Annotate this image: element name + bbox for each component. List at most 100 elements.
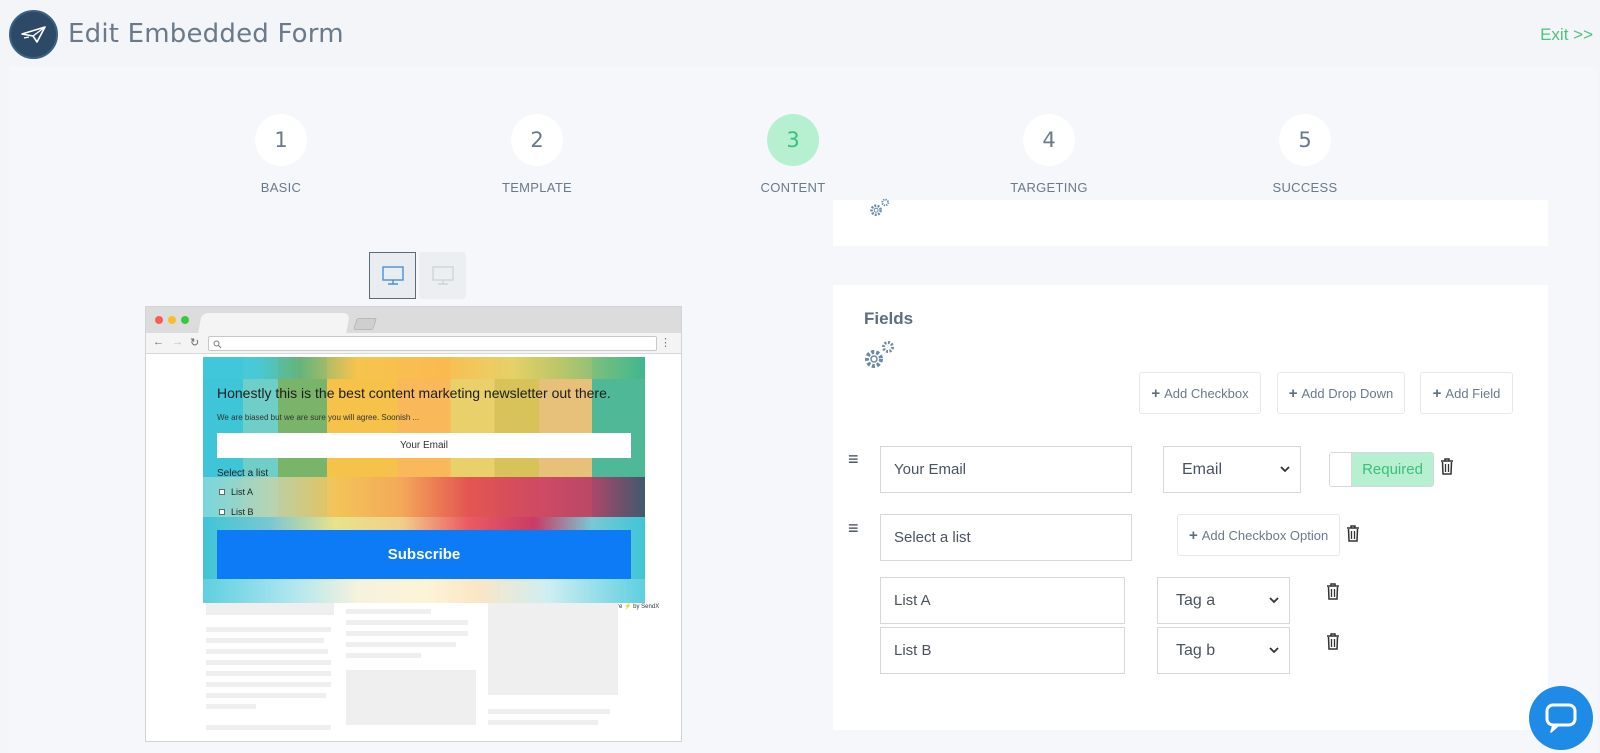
trash-icon[interactable] xyxy=(1326,633,1340,650)
sendx-logo[interactable] xyxy=(9,10,58,59)
mobile-view-button[interactable] xyxy=(419,252,466,299)
step-targeting[interactable]: 4 TARGETING xyxy=(989,114,1109,195)
search-icon xyxy=(213,340,222,349)
chat-bubble-icon xyxy=(1545,703,1577,733)
placeholder-line xyxy=(206,693,326,698)
preview-option-b[interactable]: List B xyxy=(219,507,254,517)
step-template[interactable]: 2 TEMPLATE xyxy=(477,114,597,195)
field-type-value: Email xyxy=(1182,460,1223,478)
step-label: BASIC xyxy=(260,180,302,195)
browser-tab xyxy=(198,313,350,333)
form-subtext: We are biased but we are sure you will a… xyxy=(217,413,420,422)
placeholder-line xyxy=(488,720,598,725)
add-field-label: Add Field xyxy=(1445,385,1501,401)
trash-icon[interactable] xyxy=(1346,525,1360,542)
fields-title: Fields xyxy=(864,309,914,328)
form-headline: Honestly this is the best content market… xyxy=(217,385,611,401)
step-number: 4 xyxy=(1023,114,1075,166)
placeholder-line xyxy=(346,642,456,647)
settings-card xyxy=(833,198,1548,246)
preview-option-a[interactable]: List A xyxy=(219,487,253,497)
step-label: SUCCESS xyxy=(1272,180,1338,195)
preview-select-list-label: Select a list xyxy=(217,468,269,479)
header: Edit Embedded Form Exit >> xyxy=(0,0,1600,66)
back-arrow-icon: ← xyxy=(153,336,164,348)
step-label: TEMPLATE xyxy=(501,180,573,195)
email-field-label-input[interactable]: Your Email xyxy=(880,446,1132,493)
desktop-icon xyxy=(381,265,404,285)
new-tab-icon xyxy=(353,318,377,330)
placeholder-line xyxy=(206,627,331,632)
browser-address-bar: ← → ↻ ⋮ xyxy=(146,333,681,354)
chevron-down-icon xyxy=(1280,466,1290,473)
reload-icon: ↻ xyxy=(190,337,200,349)
chevron-down-icon xyxy=(1269,597,1279,604)
step-success[interactable]: 5 SUCCESS xyxy=(1245,114,1365,195)
add-field-button[interactable]: + Add Field xyxy=(1420,372,1513,414)
checkbox-icon[interactable] xyxy=(219,509,225,515)
placeholder-block xyxy=(488,603,618,695)
paper-plane-icon xyxy=(20,25,46,43)
form-hero: Honestly this is the best content market… xyxy=(203,357,645,603)
add-dropdown-button[interactable]: + Add Drop Down xyxy=(1277,372,1405,414)
add-checkbox-option-label: Add Checkbox Option xyxy=(1201,527,1329,543)
chat-widget-button[interactable] xyxy=(1529,686,1593,750)
placeholder-line xyxy=(206,660,331,665)
option-tag-value: Tag a xyxy=(1176,591,1216,609)
browser-tab-bar xyxy=(146,307,681,333)
drag-handle-icon[interactable]: ≡ xyxy=(848,518,859,539)
placeholder-block xyxy=(206,603,334,615)
gears-icon xyxy=(870,198,890,217)
placeholder-block xyxy=(346,670,476,725)
minimize-dot-icon xyxy=(168,316,176,324)
maximize-dot-icon xyxy=(181,316,189,324)
url-field xyxy=(208,336,657,351)
close-dot-icon xyxy=(155,316,163,324)
monitor-icon xyxy=(431,265,454,285)
trash-icon[interactable] xyxy=(1326,583,1340,600)
gears-icon[interactable] xyxy=(863,337,897,371)
hero-pattern-row xyxy=(203,477,645,517)
exit-link[interactable]: Exit >> xyxy=(1540,25,1593,45)
page-title: Edit Embedded Form xyxy=(68,19,344,49)
placeholder-line xyxy=(206,638,324,643)
list-field-label-input[interactable]: Select a list xyxy=(880,514,1132,561)
placeholder-line xyxy=(488,709,610,714)
field-type-select[interactable]: Email xyxy=(1163,446,1301,493)
form-preview-browser: ← → ↻ ⋮ Honestly this is the best conten… xyxy=(145,306,682,742)
preview-email-input[interactable]: Your Email xyxy=(217,433,631,458)
chevron-down-icon xyxy=(1269,647,1279,654)
desktop-view-button[interactable] xyxy=(369,252,416,299)
step-content[interactable]: 3 CONTENT xyxy=(733,114,853,195)
fields-card: Fields + Add Checkbox + Add Drop Down + Add… xyxy=(833,285,1548,730)
step-label: CONTENT xyxy=(760,180,826,195)
placeholder-line xyxy=(346,653,421,658)
plus-icon: + xyxy=(1288,384,1298,402)
main-panel: 1 BASIC 2 TEMPLATE 3 CONTENT 4 TARGETING… xyxy=(10,66,1597,753)
plus-icon: + xyxy=(1189,526,1198,544)
toggle-off-side xyxy=(1330,453,1352,486)
required-label: Required xyxy=(1352,453,1433,486)
option-label-input[interactable]: List A xyxy=(880,577,1125,624)
placeholder-line xyxy=(346,620,468,625)
step-number: 2 xyxy=(511,114,563,166)
step-number: 5 xyxy=(1279,114,1331,166)
required-toggle[interactable]: Required xyxy=(1329,452,1434,487)
trash-icon[interactable] xyxy=(1440,458,1454,475)
add-checkbox-option-button[interactable]: + Add Checkbox Option xyxy=(1177,514,1341,556)
step-basic[interactable]: 1 BASIC xyxy=(221,114,341,195)
option-label-input[interactable]: List B xyxy=(880,627,1125,674)
option-tag-select[interactable]: Tag b xyxy=(1157,627,1290,674)
option-tag-select[interactable]: Tag a xyxy=(1157,577,1290,624)
subscribe-button[interactable]: Subscribe xyxy=(217,530,631,579)
drag-handle-icon[interactable]: ≡ xyxy=(848,449,859,470)
plus-icon: + xyxy=(1432,384,1442,402)
hero-pattern-row xyxy=(203,579,645,603)
add-checkbox-button[interactable]: + Add Checkbox xyxy=(1139,372,1261,414)
add-checkbox-label: Add Checkbox xyxy=(1164,385,1249,401)
plus-icon: + xyxy=(1151,384,1161,402)
placeholder-line xyxy=(206,682,331,687)
placeholder-line xyxy=(206,725,331,730)
placeholder-line xyxy=(206,649,328,654)
checkbox-icon[interactable] xyxy=(219,489,225,495)
